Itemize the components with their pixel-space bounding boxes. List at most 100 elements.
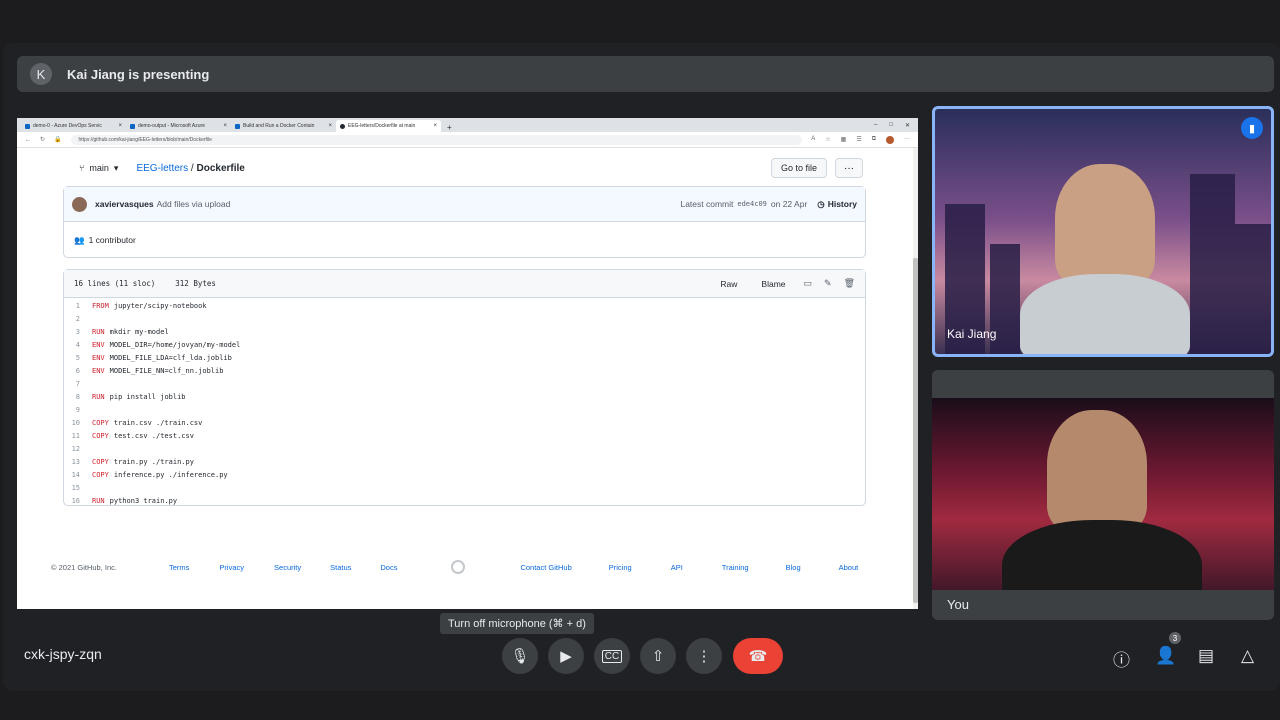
commit-author[interactable]: xaviervasques bbox=[95, 199, 154, 209]
github-icon bbox=[340, 123, 345, 129]
address-bar[interactable]: https://github.com/kai-jiang/EEG-letters… bbox=[70, 134, 803, 145]
footer-link-training[interactable]: Training bbox=[722, 563, 749, 572]
github-page: ⑂ main ▾ EEG-letters / Dockerfile Go to … bbox=[17, 148, 913, 609]
maximize-icon[interactable]: □ bbox=[889, 122, 893, 129]
captions-icon: CC bbox=[601, 649, 623, 663]
code-keyword: FROM bbox=[92, 301, 109, 310]
close-icon[interactable]: × bbox=[328, 123, 332, 129]
footer-link-status[interactable]: Status bbox=[330, 563, 351, 572]
end-call-button[interactable]: ☎ bbox=[733, 638, 783, 674]
browser-tab-active[interactable]: EEG-letters/Dockerfile at main × bbox=[336, 120, 441, 132]
tab-label: demo-0 - Azure DevOps Servic bbox=[33, 123, 102, 129]
scrollbar-thumb[interactable] bbox=[913, 258, 918, 603]
avatar[interactable] bbox=[886, 135, 894, 144]
close-icon[interactable]: × bbox=[433, 123, 437, 129]
captions-button[interactable]: CC bbox=[594, 638, 630, 674]
close-icon[interactable]: × bbox=[223, 123, 227, 129]
footer-link-terms[interactable]: Terms bbox=[169, 563, 189, 572]
blame-button[interactable]: Blame bbox=[755, 276, 791, 292]
chat-icon: ▤ bbox=[1198, 646, 1215, 665]
close-window-icon[interactable]: ✕ bbox=[905, 122, 910, 129]
info-button[interactable]: ⓘ bbox=[1113, 646, 1130, 671]
line-number[interactable]: 2 bbox=[64, 315, 92, 323]
footer-link-api[interactable]: API bbox=[671, 563, 683, 572]
line-number[interactable]: 8 bbox=[64, 393, 92, 401]
more-options-button[interactable]: ⋮ bbox=[686, 638, 722, 674]
commit-message[interactable]: Add files via upload bbox=[157, 199, 231, 209]
line-number[interactable]: 16 bbox=[64, 497, 92, 505]
more-icon[interactable]: ··· bbox=[904, 136, 910, 144]
browser-tab[interactable]: Build and Run a Docker Contain × bbox=[231, 120, 336, 132]
line-number[interactable]: 3 bbox=[64, 328, 92, 336]
reload-icon[interactable]: ↻ bbox=[40, 136, 45, 143]
copyright: © 2021 GitHub, Inc. bbox=[51, 562, 117, 572]
browser-toolbar: ← ↻ 🔒 https://github.com/kai-jiang/EEG-l… bbox=[17, 132, 918, 148]
footer-link-security[interactable]: Security bbox=[274, 563, 301, 572]
repo-link[interactable]: EEG-letters bbox=[136, 163, 188, 174]
footer-link-about[interactable]: About bbox=[839, 563, 859, 572]
line-number[interactable]: 12 bbox=[64, 445, 92, 453]
line-number[interactable]: 4 bbox=[64, 341, 92, 349]
commit-sha[interactable]: ede4c09 bbox=[737, 200, 767, 208]
line-number[interactable]: 5 bbox=[64, 354, 92, 362]
branch-select[interactable]: ⑂ main ▾ bbox=[73, 158, 124, 178]
line-number[interactable]: 6 bbox=[64, 367, 92, 375]
line-number[interactable]: 9 bbox=[64, 406, 92, 414]
breadcrumb: EEG-letters / Dockerfile bbox=[136, 163, 244, 174]
info-icon: ⓘ bbox=[1113, 651, 1130, 670]
file-navigation: ⑂ main ▾ EEG-letters / Dockerfile Go to … bbox=[73, 158, 863, 178]
code-keyword: RUN bbox=[92, 327, 105, 336]
extension-icon[interactable]: ▦ bbox=[841, 136, 847, 144]
people-icon: 👥 bbox=[74, 234, 85, 245]
line-number[interactable]: 7 bbox=[64, 380, 92, 388]
code-line: 4 ENV MODEL_DIR=/home/jovyan/my-model bbox=[64, 338, 865, 351]
footer-link-privacy[interactable]: Privacy bbox=[219, 563, 244, 572]
footer-link-pricing[interactable]: Pricing bbox=[609, 563, 632, 572]
end-call-icon: ☎ bbox=[748, 648, 768, 665]
activities-button[interactable]: △ bbox=[1241, 646, 1254, 666]
desktop-icon[interactable]: ▭ bbox=[804, 278, 813, 289]
github-logo-icon[interactable] bbox=[451, 560, 466, 574]
trash-icon[interactable]: 🗑 bbox=[844, 278, 855, 289]
more-icon: ⋮ bbox=[696, 648, 712, 665]
close-icon[interactable]: × bbox=[118, 123, 122, 129]
collections-icon[interactable]: ⧉ bbox=[872, 136, 876, 144]
presenter-video-tile[interactable]: ▮ Kai Jiang bbox=[932, 106, 1274, 357]
line-number[interactable]: 1 bbox=[64, 302, 92, 310]
favorite-icon[interactable]: ☆ bbox=[825, 136, 830, 144]
self-face bbox=[1047, 410, 1147, 530]
raw-button[interactable]: Raw bbox=[714, 276, 743, 292]
footer-link-contact[interactable]: Contact GitHub bbox=[520, 563, 571, 572]
contributors-row[interactable]: 👥 1 contributor bbox=[64, 222, 865, 258]
browser-tab[interactable]: demo-output - Microsoft Azure × bbox=[126, 120, 231, 132]
self-video-tile[interactable]: You bbox=[932, 370, 1274, 620]
back-icon[interactable]: ← bbox=[25, 137, 31, 143]
go-to-file-button[interactable]: Go to file bbox=[770, 158, 827, 178]
browser-tab[interactable]: demo-0 - Azure DevOps Servic × bbox=[21, 120, 126, 132]
read-aloud-icon[interactable]: A bbox=[811, 136, 815, 144]
code-line: 5 ENV MODEL_FILE_LDA=clf_lda.joblib bbox=[64, 351, 865, 364]
more-options-button[interactable]: ··· bbox=[835, 158, 863, 178]
pencil-icon[interactable]: ✎ bbox=[824, 278, 832, 289]
favorites-bar-icon[interactable]: ☰ bbox=[856, 136, 861, 144]
minimize-icon[interactable]: – bbox=[874, 122, 877, 129]
line-number[interactable]: 11 bbox=[64, 432, 92, 440]
line-number[interactable]: 15 bbox=[64, 484, 92, 492]
new-tab-icon[interactable]: + bbox=[441, 123, 458, 132]
code-line: 1 FROM jupyter/scipy-notebook bbox=[64, 299, 865, 312]
history-button[interactable]: ◷ History bbox=[817, 199, 857, 210]
code-argument: inference.py ./inference.py bbox=[113, 470, 228, 479]
camera-button[interactable]: ▶ bbox=[548, 638, 584, 674]
avatar[interactable] bbox=[72, 196, 87, 212]
chat-button[interactable]: ▤ bbox=[1198, 646, 1214, 666]
people-button[interactable]: 👤 bbox=[1155, 646, 1176, 666]
footer-link-docs[interactable]: Docs bbox=[380, 563, 397, 572]
page-footer: © 2021 GitHub, Inc. Terms Privacy Securi… bbox=[51, 559, 877, 575]
mic-button[interactable]: 🎙 bbox=[502, 638, 538, 674]
footer-link-blog[interactable]: Blog bbox=[786, 563, 801, 572]
line-number[interactable]: 10 bbox=[64, 419, 92, 427]
present-button[interactable]: ⇧ bbox=[640, 638, 676, 674]
line-number[interactable]: 13 bbox=[64, 458, 92, 466]
line-number[interactable]: 14 bbox=[64, 471, 92, 479]
file-header: 16 lines (11 sloc) 312 Bytes Raw Blame ▭… bbox=[64, 270, 865, 298]
